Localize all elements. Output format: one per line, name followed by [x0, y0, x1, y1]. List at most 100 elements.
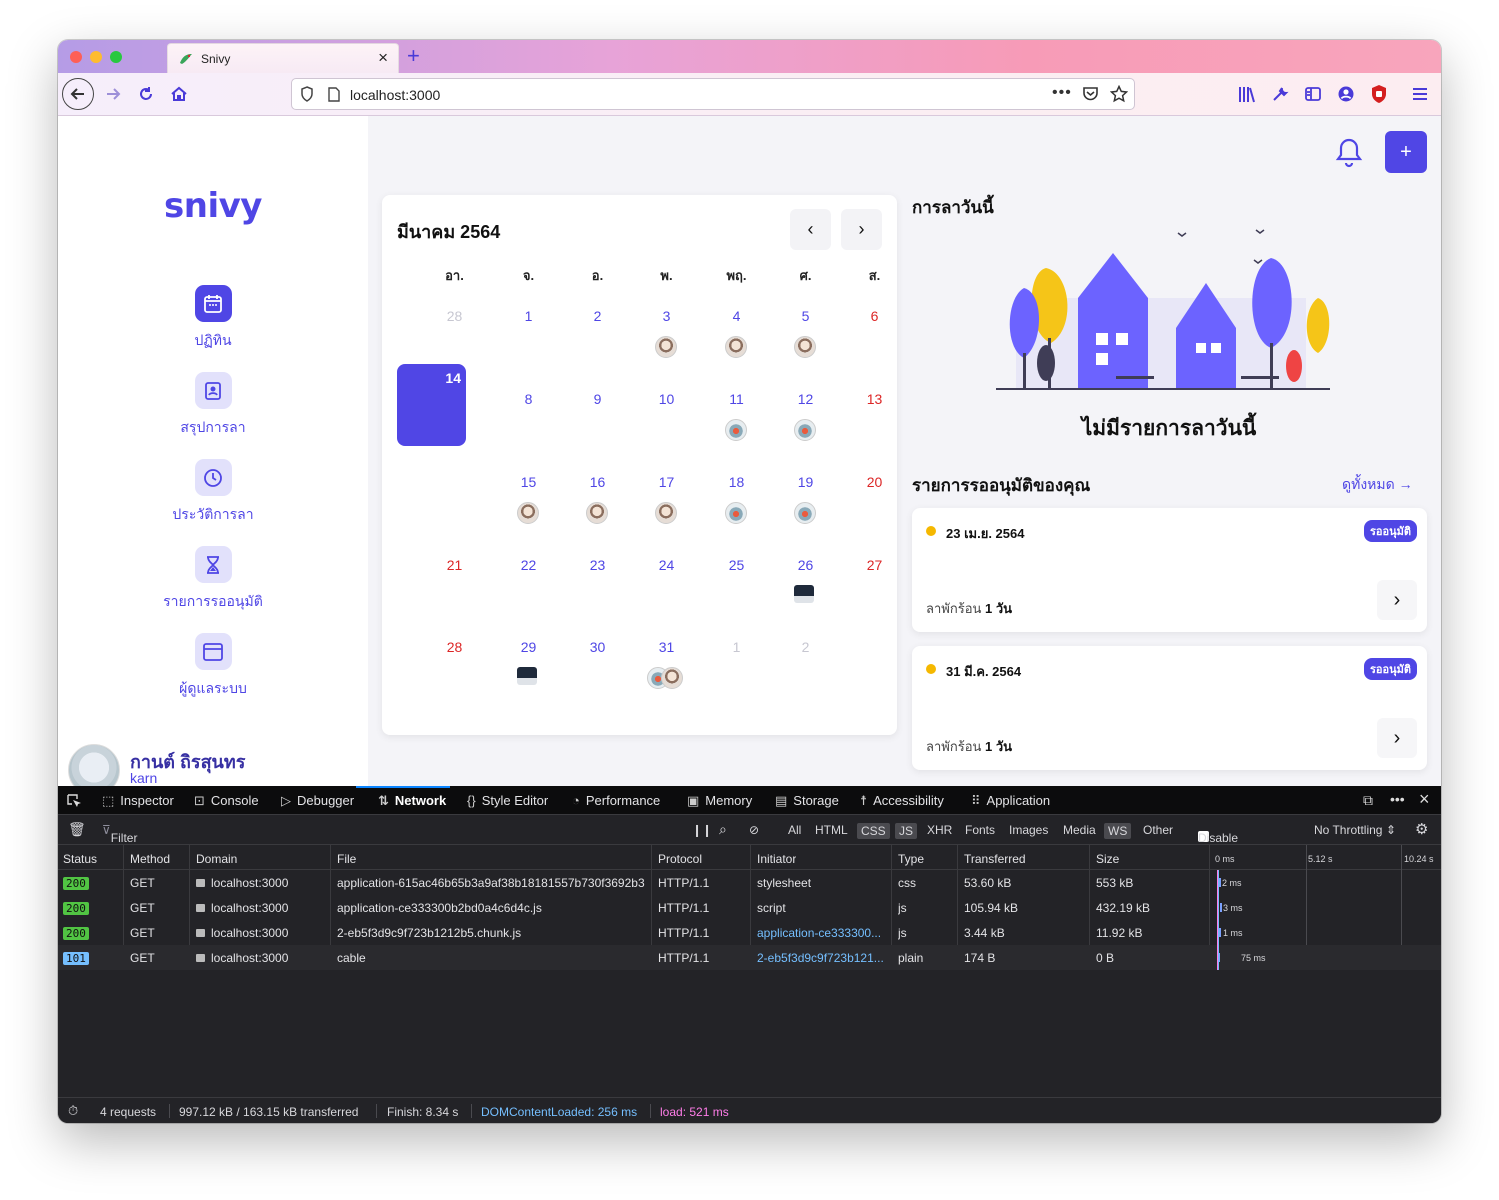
calendar-day[interactable]: 30: [563, 621, 632, 703]
calendar-day-today[interactable]: 14: [397, 364, 466, 446]
calendar-day[interactable]: 21: [420, 539, 489, 621]
search-icon[interactable]: ⌕: [719, 821, 727, 838]
settings-gear-icon[interactable]: ⚙: [1415, 820, 1428, 838]
close-devtools-icon[interactable]: ×: [1419, 789, 1430, 810]
tab-accessibility[interactable]: ☨ Accessibility: [860, 793, 944, 809]
calendar-day[interactable]: 2: [771, 621, 840, 703]
home-button[interactable]: [164, 79, 194, 109]
calendar-day[interactable]: 12: [771, 373, 840, 455]
person-avatar[interactable]: [655, 336, 677, 358]
column-header[interactable]: File: [337, 852, 356, 866]
next-month-button[interactable]: ›: [841, 209, 882, 250]
table-row[interactable]: 200 GET 2-eb5f3d9c9f723b1212b5.chunk.js HTT…: [58, 920, 1441, 945]
tab-network[interactable]: ⇅ Network: [355, 786, 451, 809]
filter-all[interactable]: All: [788, 823, 801, 837]
table-row[interactable]: 200 GET application-615ac46b65b3a9af38b181…: [58, 870, 1441, 895]
filter-media[interactable]: Media: [1063, 823, 1096, 837]
forward-button[interactable]: [98, 79, 128, 109]
ublock-shield-icon[interactable]: [1370, 84, 1388, 104]
table-row[interactable]: 101 GET cable HTTP/1.1 plain 174 B 0 B localhos…: [58, 945, 1441, 970]
url-bar[interactable]: localhost:3000 •••: [291, 78, 1135, 110]
table-row[interactable]: 200 GET application-ce333300b2bd0a4c6d4c.j…: [58, 895, 1441, 920]
menu-icon[interactable]: [1412, 86, 1428, 102]
minimize-window-button[interactable]: [90, 51, 102, 63]
column-header[interactable]: Protocol: [658, 852, 702, 866]
add-leave-button[interactable]: +: [1385, 131, 1427, 173]
filter-urls-input[interactable]: ⊽ Filter URLs: [102, 823, 141, 859]
calendar-day[interactable]: 3: [632, 290, 701, 372]
person-avatar[interactable]: [517, 502, 539, 524]
column-header[interactable]: Domain: [196, 852, 237, 866]
calendar-day[interactable]: 25: [702, 539, 771, 621]
person-avatar[interactable]: [655, 502, 677, 524]
calendar-day[interactable]: 26: [771, 539, 840, 621]
open-leave-button[interactable]: ›: [1377, 580, 1417, 620]
sidebar-item-calendar[interactable]: ปฏิทิน: [58, 285, 368, 352]
calendar-day[interactable]: 13: [840, 373, 909, 455]
zoom-window-button[interactable]: [110, 51, 122, 63]
cell-initiator[interactable]: application-ce333300...: [757, 926, 889, 940]
calendar-day[interactable]: 11: [702, 373, 771, 455]
pending-leave-card[interactable]: 31 มี.ค. 2564 รออนุมัติ ลาพักร้อน 1 วัน …: [912, 646, 1427, 770]
open-leave-button[interactable]: ›: [1377, 718, 1417, 758]
calendar-day[interactable]: 6: [840, 290, 909, 372]
calendar-day[interactable]: 8: [494, 373, 563, 455]
shield-icon[interactable]: [300, 86, 314, 102]
throttling-select[interactable]: No Throttling ⇕: [1314, 823, 1396, 837]
calendar-day[interactable]: 28: [420, 621, 489, 703]
calendar-day[interactable]: 29: [494, 621, 563, 703]
close-window-button[interactable]: [70, 51, 82, 63]
pause-icon[interactable]: ❙❙: [692, 823, 712, 837]
filter-ws[interactable]: WS: [1104, 823, 1132, 839]
new-tab-button[interactable]: +: [407, 42, 420, 70]
sidebar-item-pending[interactable]: รายการรออนุมัติ: [58, 546, 368, 613]
person-avatar[interactable]: [586, 502, 608, 524]
tab-performance[interactable]: ◔ Performance: [572, 793, 660, 808]
calendar-day[interactable]: 31: [632, 621, 701, 703]
calendar-day[interactable]: 2: [563, 290, 632, 372]
bottle-avatar[interactable]: [794, 502, 816, 524]
calendar-day[interactable]: 15: [494, 456, 563, 538]
sidebar-toggle-icon[interactable]: [1304, 85, 1322, 103]
calendar-day[interactable]: 9: [563, 373, 632, 455]
tab-debugger[interactable]: ▷ Debugger: [281, 793, 354, 809]
calendar-day[interactable]: 28: [420, 290, 489, 372]
filter-html[interactable]: HTML: [815, 823, 848, 837]
tab-inspector[interactable]: ⬚ Inspector: [102, 793, 174, 809]
calendar-day[interactable]: 24: [632, 539, 701, 621]
block-icon[interactable]: ⊘: [749, 823, 759, 837]
sidebar-item-summary[interactable]: สรุปการลา: [58, 372, 368, 439]
filter-xhr[interactable]: XHR: [927, 823, 952, 837]
calendar-day[interactable]: 20: [840, 456, 909, 538]
calendar-day[interactable]: 5: [771, 290, 840, 372]
bottle-avatar[interactable]: [725, 419, 747, 441]
url-text[interactable]: localhost:3000: [350, 87, 440, 103]
column-header[interactable]: Status: [63, 852, 97, 866]
screen-avatar[interactable]: [517, 667, 537, 685]
column-header[interactable]: Initiator: [757, 852, 796, 866]
calendar-day[interactable]: 27: [840, 539, 909, 621]
tab-storage[interactable]: ▤ Storage: [775, 793, 839, 809]
filter-fonts[interactable]: Fonts: [965, 823, 995, 837]
column-header[interactable]: Transferred: [964, 852, 1026, 866]
prev-month-button[interactable]: ‹: [790, 209, 831, 250]
screen-avatar[interactable]: [794, 585, 814, 603]
person-avatar[interactable]: [725, 336, 747, 358]
calendar-day[interactable]: 22: [494, 539, 563, 621]
browser-tab[interactable]: Snivy ×: [167, 43, 399, 73]
pending-leave-card[interactable]: 23 เม.ย. 2564 รออนุมัติ ลาพักร้อน 1 วัน …: [912, 508, 1427, 632]
bottle-avatar[interactable]: [725, 502, 747, 524]
app-logo[interactable]: snivy: [58, 186, 368, 226]
close-tab-icon[interactable]: ×: [378, 48, 388, 68]
column-header[interactable]: Size: [1096, 852, 1119, 866]
filter-js[interactable]: JS: [895, 823, 918, 839]
reload-button[interactable]: [131, 79, 161, 109]
page-actions-icon[interactable]: •••: [1052, 84, 1072, 102]
person-avatar[interactable]: [661, 667, 683, 689]
pocket-icon[interactable]: [1082, 86, 1099, 102]
cell-initiator[interactable]: 2-eb5f3d9c9f723b121...: [757, 951, 889, 965]
calendar-day[interactable]: 17: [632, 456, 701, 538]
calendar-day[interactable]: 1: [494, 290, 563, 372]
library-icon[interactable]: [1238, 86, 1256, 103]
trash-icon[interactable]: 🗑: [68, 821, 86, 838]
